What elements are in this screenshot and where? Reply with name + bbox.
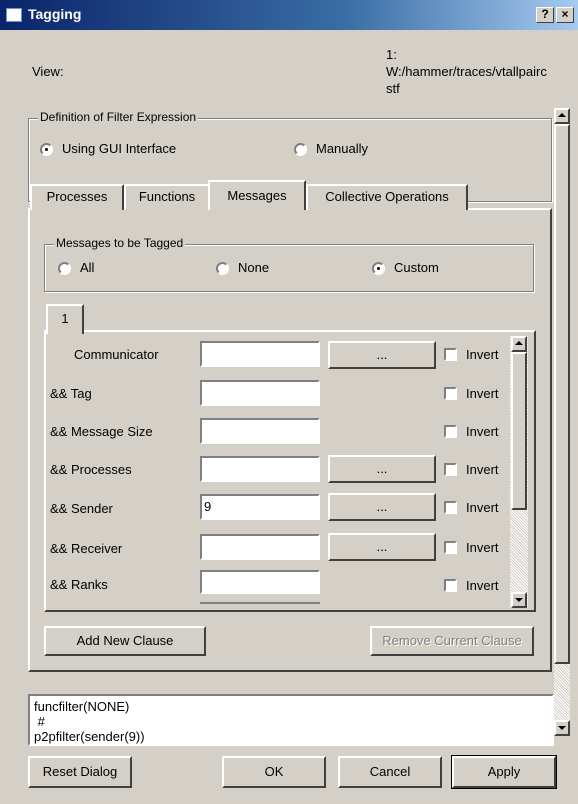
scroll-down-arrow-icon[interactable] [554, 720, 570, 736]
definition-legend: Definition of Filter Expression [38, 110, 199, 124]
expression-textarea[interactable]: funcfilter(NONE) # p2pfilter(sender(9)) [28, 694, 554, 746]
message-size-invert-checkbox[interactable] [444, 425, 457, 438]
scroll-thumb[interactable] [554, 124, 570, 664]
ok-button[interactable]: OK [222, 756, 326, 788]
clause-scroll-up-icon[interactable] [511, 336, 527, 352]
sender-invert-checkbox[interactable] [444, 501, 457, 514]
ranks-field[interactable] [200, 570, 320, 594]
title-bar[interactable]: Tagging ? × [0, 0, 578, 30]
reset-dialog-button[interactable]: Reset Dialog [28, 756, 132, 788]
tag-invert-label[interactable]: Invert [466, 386, 499, 401]
manually-radio[interactable] [294, 143, 307, 156]
clause-scroll-thumb[interactable] [511, 352, 527, 510]
communicator-field[interactable] [200, 341, 320, 367]
receiver-browse-button[interactable]: ... [328, 533, 436, 561]
all-radio[interactable] [58, 262, 71, 275]
clause-scrollbar[interactable] [510, 336, 528, 608]
expression-line: p2pfilter(sender(9)) [34, 729, 145, 744]
communicator-invert-label[interactable]: Invert [466, 347, 499, 362]
tag-invert-checkbox[interactable] [444, 387, 457, 400]
receiver-label: && Receiver [50, 541, 123, 556]
receiver-invert-label[interactable]: Invert [466, 540, 499, 555]
processes-label: && Processes [50, 462, 132, 477]
cancel-button[interactable]: Cancel [338, 756, 442, 788]
receiver-invert-checkbox[interactable] [444, 541, 457, 554]
add-clause-button[interactable]: Add New Clause [44, 626, 206, 656]
none-radio[interactable] [216, 262, 229, 275]
message-size-field[interactable] [200, 418, 320, 444]
all-label[interactable]: All [80, 260, 94, 275]
communicator-label: Communicator [74, 347, 159, 362]
sender-invert-label[interactable]: Invert [466, 500, 499, 515]
messages-tagged-group [44, 244, 534, 292]
window-title: Tagging [28, 6, 82, 22]
view-label: View: [32, 64, 64, 79]
help-button[interactable]: ? [536, 7, 554, 23]
message-size-invert-label[interactable]: Invert [466, 424, 499, 439]
remove-clause-label: Remove Current Clause [382, 633, 522, 648]
tag-label: && Tag [50, 386, 92, 401]
processes-invert-label[interactable]: Invert [466, 462, 499, 477]
tag-field[interactable] [200, 380, 320, 406]
processes-invert-checkbox[interactable] [444, 463, 457, 476]
tab-messages[interactable]: Messages [208, 180, 306, 210]
remove-clause-button[interactable]: Remove Current Clause [370, 626, 534, 656]
next-field-edge [200, 602, 320, 606]
close-button[interactable]: × [556, 7, 574, 23]
gui-interface-label[interactable]: Using GUI Interface [62, 141, 176, 156]
communicator-invert-checkbox[interactable] [444, 348, 457, 361]
sender-label: && Sender [50, 501, 113, 516]
receiver-field[interactable] [200, 534, 320, 560]
tab-processes[interactable]: Processes [30, 184, 124, 210]
expression-line: # [34, 714, 45, 729]
none-label[interactable]: None [238, 260, 269, 275]
gui-interface-radio[interactable] [40, 143, 53, 156]
tab-collective-operations[interactable]: Collective Operations [306, 184, 468, 210]
custom-label[interactable]: Custom [394, 260, 439, 275]
manually-label[interactable]: Manually [316, 141, 368, 156]
messages-tagged-legend: Messages to be Tagged [54, 236, 186, 250]
sender-browse-button[interactable]: ... [328, 493, 436, 521]
window-icon [6, 8, 22, 22]
ranks-invert-checkbox[interactable] [444, 579, 457, 592]
message-size-label: && Message Size [50, 424, 153, 439]
scroll-up-arrow-icon[interactable] [554, 108, 570, 124]
tab-functions[interactable]: Functions [124, 184, 210, 210]
communicator-browse-button[interactable]: ... [328, 341, 436, 369]
custom-radio[interactable] [372, 262, 385, 275]
expression-line: funcfilter(NONE) [34, 699, 130, 714]
clause-tab-1[interactable]: 1 [46, 304, 84, 334]
ranks-label: && Ranks [50, 577, 108, 592]
clause-scroll-down-icon[interactable] [511, 592, 527, 608]
view-path: 1: W:/hammer/traces/vtallpairc stf [386, 47, 547, 96]
dialog-scrollbar[interactable] [554, 108, 570, 736]
processes-browse-button[interactable]: ... [328, 455, 436, 483]
ranks-invert-label[interactable]: Invert [466, 578, 499, 593]
sender-field[interactable]: 9 [200, 494, 320, 520]
processes-field[interactable] [200, 456, 320, 482]
apply-button[interactable]: Apply [451, 755, 557, 789]
